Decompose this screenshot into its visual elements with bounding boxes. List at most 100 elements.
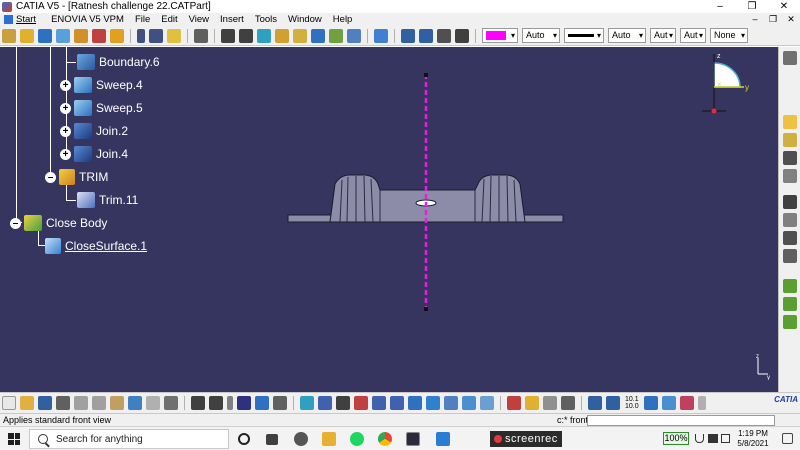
selection-icon[interactable] — [782, 151, 797, 165]
close-button[interactable]: ✕ — [768, 0, 800, 13]
gear-icon[interactable] — [782, 51, 797, 65]
snap-to-point-icon[interactable] — [782, 115, 797, 129]
publish-icon[interactable] — [782, 315, 797, 329]
knowledge-icon[interactable] — [273, 396, 287, 410]
paste-icon[interactable] — [110, 396, 124, 410]
spotify-icon[interactable] — [350, 432, 364, 446]
chrome-icon[interactable] — [378, 432, 392, 446]
menu-file[interactable]: File — [131, 14, 157, 25]
new-icon[interactable] — [2, 396, 16, 410]
grid-display-icon[interactable] — [588, 396, 602, 410]
table-icon[interactable] — [237, 396, 251, 410]
box-select-icon[interactable] — [643, 396, 658, 410]
split-icon[interactable] — [311, 28, 325, 43]
expand-icon[interactable]: + — [60, 125, 71, 137]
tree-node-sweep-4[interactable]: + Sweep.4 — [60, 76, 143, 94]
expand-icon[interactable]: + — [60, 79, 71, 91]
surface-icon[interactable] — [74, 28, 88, 43]
standard-icon[interactable] — [661, 396, 676, 410]
windows-start-icon[interactable] — [8, 433, 20, 445]
macro-icon[interactable] — [782, 213, 797, 227]
point-icon[interactable] — [137, 28, 145, 43]
measure-inertia-icon[interactable] — [543, 396, 557, 410]
tools-palette-icon[interactable] — [679, 396, 694, 410]
fit-all-icon[interactable] — [318, 396, 332, 410]
collapse-icon[interactable]: – — [45, 171, 56, 183]
view-cube-icon[interactable] — [426, 396, 440, 410]
cut-icon[interactable] — [74, 396, 88, 410]
taskbar-search[interactable]: Search for anything — [29, 429, 229, 449]
collapse-icon[interactable]: – — [10, 217, 21, 229]
extrapolate-icon[interactable] — [347, 28, 361, 43]
scale-icon[interactable] — [606, 396, 620, 410]
grid-icon[interactable] — [437, 28, 451, 43]
menu-start[interactable]: Start — [16, 14, 43, 25]
tree-node-trim-11[interactable]: Trim.11 — [77, 191, 138, 209]
transparency-combo[interactable]: Auto ▾ — [522, 28, 560, 43]
measure-icon[interactable] — [419, 28, 433, 43]
battery-icon[interactable] — [708, 434, 718, 443]
redo-icon[interactable] — [146, 396, 160, 410]
catia-task-icon[interactable] — [406, 432, 420, 446]
task-view-icon[interactable] — [266, 434, 278, 445]
cube-icon[interactable] — [20, 28, 34, 43]
save-icon[interactable] — [38, 396, 52, 410]
tree-node-boundary-6[interactable]: Boundary.6 — [77, 53, 160, 71]
maximize-button[interactable]: ❐ — [736, 0, 768, 13]
file-explorer-icon[interactable] — [322, 432, 336, 446]
menu-view[interactable]: View — [185, 14, 216, 25]
tree-node-trim[interactable]: – TRIM — [45, 168, 108, 186]
minimize-button[interactable]: – — [704, 0, 736, 13]
linetype-combo[interactable]: ▾ — [564, 28, 604, 43]
thickness-combo[interactable]: Auto ▾ — [608, 28, 646, 43]
swap-visible-icon[interactable] — [480, 396, 494, 410]
point-style-combo[interactable]: Aut ▾ — [680, 28, 706, 43]
doc-minimize-button[interactable]: – — [746, 13, 764, 26]
shading-icon[interactable] — [444, 396, 458, 410]
copy-icon[interactable] — [92, 396, 106, 410]
part-geometry[interactable] — [280, 72, 575, 317]
compass-widget[interactable]: z y x — [698, 49, 758, 117]
line-icon[interactable] — [149, 28, 163, 43]
translate-icon[interactable] — [329, 28, 343, 43]
expand-icon[interactable]: + — [60, 102, 71, 114]
volume-icon[interactable] — [721, 434, 730, 443]
camera-icon[interactable] — [561, 396, 575, 410]
tree-node-sweep-5[interactable]: + Sweep.5 — [60, 99, 143, 117]
formula-icon[interactable] — [191, 396, 205, 410]
normal-view-icon[interactable] — [408, 396, 422, 410]
analysis-icon[interactable] — [401, 28, 415, 43]
pad-icon[interactable] — [38, 28, 52, 43]
doc-close-button[interactable]: ✕ — [782, 13, 800, 26]
tree-node-join-2[interactable]: + Join.2 — [60, 122, 128, 140]
zoom-out-icon[interactable] — [390, 396, 404, 410]
apply-material-icon[interactable] — [782, 279, 797, 293]
tree-node-join-4[interactable]: + Join.4 — [60, 145, 128, 163]
undo-icon[interactable] — [128, 396, 142, 410]
menu-tools[interactable]: Tools — [251, 14, 284, 25]
start-menu[interactable]: Start — [0, 13, 47, 26]
rendering-combo[interactable]: None ▾ — [710, 28, 748, 43]
menu-enovia[interactable]: ENOVIA V5 VPM — [47, 14, 131, 25]
projection-icon[interactable] — [221, 28, 235, 43]
extrude-icon[interactable] — [257, 28, 271, 43]
battery-badge[interactable]: 100% — [663, 432, 689, 445]
open-icon[interactable] — [20, 396, 34, 410]
menu-help[interactable]: Help — [329, 14, 360, 25]
comment-icon[interactable] — [209, 396, 223, 410]
fly-mode-icon[interactable] — [300, 396, 314, 410]
search-icon[interactable] — [782, 231, 797, 245]
plane-icon[interactable] — [167, 28, 181, 43]
3d-viewport[interactable]: Boundary.6 + Sweep.4 + Sweep.5 + Join.2 … — [0, 47, 778, 392]
join-icon[interactable] — [293, 28, 307, 43]
shell-icon[interactable] — [56, 28, 70, 43]
rotate-icon[interactable] — [354, 396, 368, 410]
more-icon[interactable] — [697, 396, 706, 410]
print-icon[interactable] — [56, 396, 70, 410]
pan-icon[interactable] — [336, 396, 350, 410]
eraser-icon[interactable] — [374, 28, 388, 43]
notification-icon[interactable] — [782, 433, 793, 444]
rec-icon[interactable] — [782, 195, 797, 209]
cortana-icon[interactable] — [238, 433, 250, 445]
settings-gear-icon[interactable] — [294, 432, 308, 446]
